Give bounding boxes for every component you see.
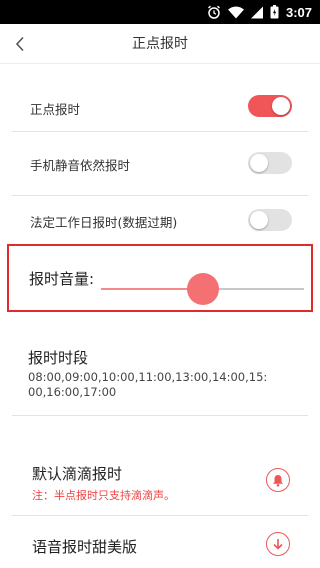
sweet-voice-section: 语音报时甜美版 [12,520,308,568]
holiday-chime-toggle[interactable] [248,209,292,231]
chime-period-times: 08:00,09:00,10:00,11:00,13:00,14:00,15:0… [28,370,268,399]
wifi-icon [227,6,244,18]
setting-row-holiday-chime: 法定工作日报时(数据过期) [12,196,308,246]
sweet-voice-heading: 语音报时甜美版 [32,538,138,556]
status-bar: 3:07 [0,0,320,24]
setting-row-silent-mode-chime: 手机静音依然报时 [12,132,308,196]
default-ding-note: 注：半点报时只支持滴滴声。 [32,489,175,502]
volume-setting: 报时音量: [7,244,313,312]
signal-icon [250,6,263,18]
default-ding-heading: 默认滴滴报时 [32,465,123,483]
volume-label: 报时音量: [29,270,95,288]
setting-label-holiday-chime: 法定工作日报时(数据过期) [30,215,178,230]
download-button[interactable] [266,532,290,556]
volume-slider[interactable] [101,273,304,305]
status-time: 3:07 [285,4,312,20]
chime-period-section[interactable]: 报时时段 08:00,09:00,10:00,11:00,13:00,14:00… [12,330,308,416]
default-ding-section: 默认滴滴报时 注：半点报时只支持滴滴声。 [12,446,308,516]
setting-label-silent-mode-chime: 手机静音依然报时 [30,158,131,173]
toggle-knob [250,211,268,229]
alarm-icon [208,5,220,19]
bell-button[interactable] [266,468,290,492]
setting-label-hourly-chime: 正点报时 [30,102,81,117]
volume-slider-thumb[interactable] [186,273,219,305]
battery-icon [270,5,279,19]
app-bar: 正点报时 [0,24,320,64]
toggle-knob [250,154,268,172]
setting-row-hourly-chime: 正点报时 [12,84,308,132]
silent-mode-chime-toggle[interactable] [248,152,292,174]
hourly-chime-toggle[interactable] [248,95,292,117]
bell-icon [273,474,283,487]
download-icon [273,539,283,550]
page-title: 正点报时 [132,36,188,52]
status-icons: 3:07 [207,0,312,24]
toggle-knob [272,97,290,115]
chime-period-heading: 报时时段 [28,349,89,367]
